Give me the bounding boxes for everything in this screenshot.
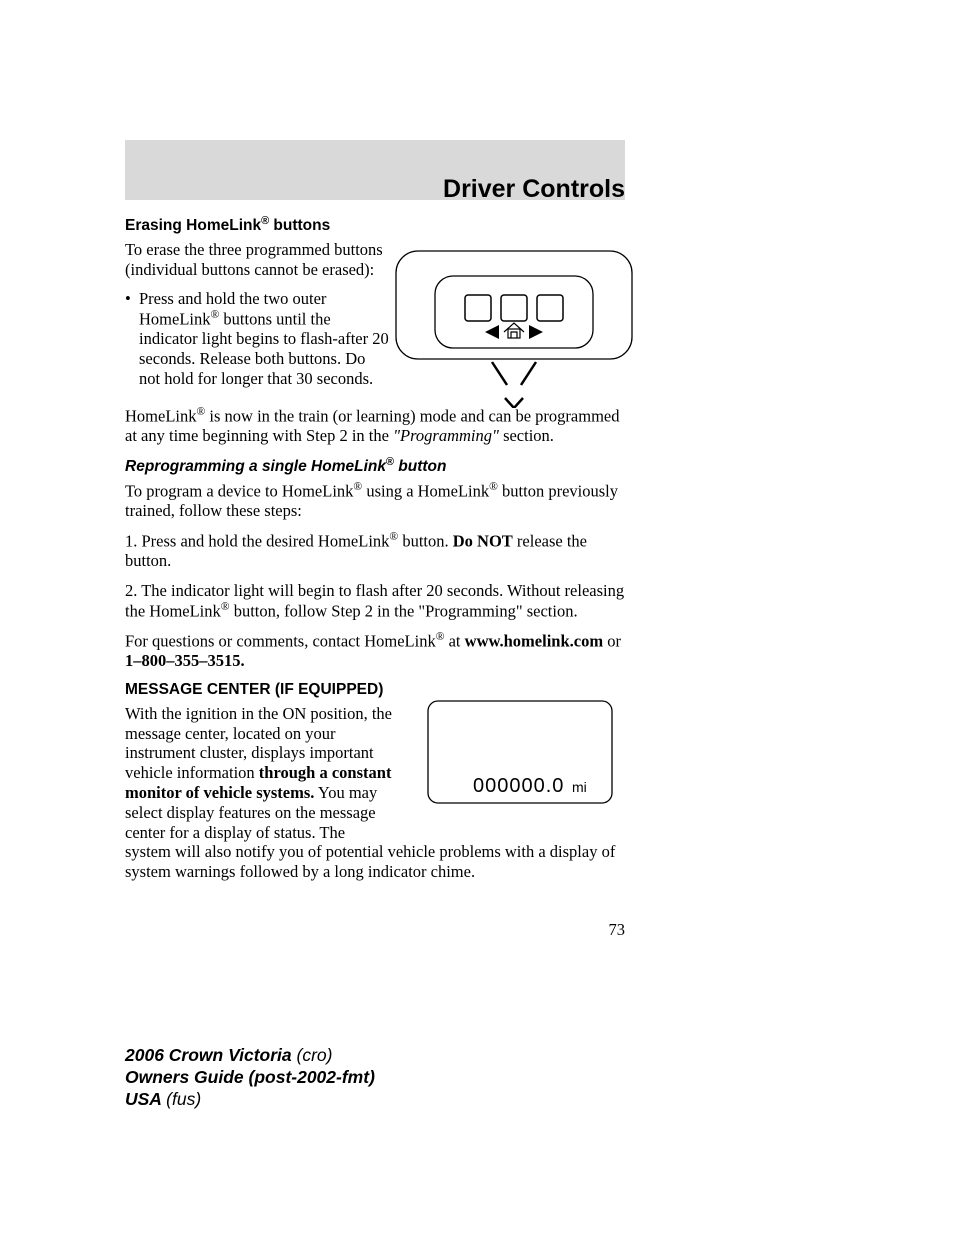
p4a: For questions or comments, contact HomeL… bbox=[125, 632, 436, 651]
p2c: Do NOT bbox=[453, 531, 513, 550]
footer-line2: Owners Guide (post-2002-fmt) bbox=[125, 1067, 375, 1089]
p2a: 1. Press and hold the desired HomeLink bbox=[125, 531, 389, 550]
page-number: 73 bbox=[609, 920, 626, 940]
content-block-2: HomeLink® is now in the train (or learni… bbox=[125, 406, 625, 882]
footer-code2: (fus) bbox=[166, 1089, 201, 1109]
p2b: button. bbox=[398, 531, 453, 550]
footer-code1: (cro) bbox=[297, 1045, 333, 1065]
odometer-value: 000000.0 bbox=[473, 775, 564, 797]
registered-icon: ® bbox=[389, 531, 398, 543]
heading-message-center: MESSAGE CENTER (IF EQUIPPED) bbox=[125, 681, 625, 700]
page: Driver Controls Erasing HomeLink® button… bbox=[0, 0, 954, 1235]
heading-suffix: buttons bbox=[269, 217, 330, 234]
p3b: button, follow Step 2 in the "Programmin… bbox=[230, 601, 578, 620]
homelink-diagram bbox=[395, 250, 633, 408]
mc-p1c-rest: system will also notify you of potential… bbox=[125, 842, 615, 881]
contact-info: For questions or comments, contact HomeL… bbox=[125, 631, 625, 671]
odometer-unit: mi bbox=[572, 779, 587, 795]
registered-icon: ® bbox=[197, 406, 206, 418]
reprog-step2: 2. The indicator light will begin to fla… bbox=[125, 581, 625, 621]
erase-intro: To erase the three programmed buttons (i… bbox=[125, 240, 390, 280]
homelink-phone: 1–800–355–3515. bbox=[125, 651, 245, 670]
reprog-step1: 1. Press and hold the desired HomeLink® … bbox=[125, 531, 625, 571]
footer-line1: 2006 Crown Victoria (cro) bbox=[125, 1045, 375, 1067]
train-mode-text: HomeLink® is now in the train (or learni… bbox=[125, 406, 625, 446]
p2d: section. bbox=[499, 426, 554, 445]
erase-step: Press and hold the two outer HomeLink® b… bbox=[139, 289, 390, 388]
registered-icon: ® bbox=[211, 309, 220, 321]
registered-icon: ® bbox=[261, 215, 269, 227]
registered-icon: ® bbox=[221, 601, 230, 613]
reprog-intro: To program a device to HomeLink® using a… bbox=[125, 481, 625, 521]
heading-suffix: button bbox=[394, 458, 447, 475]
homelink-url: www.homelink.com bbox=[465, 632, 603, 651]
p1a: To program a device to HomeLink bbox=[125, 481, 353, 500]
p4b: at bbox=[444, 632, 464, 651]
p4d: or bbox=[603, 632, 621, 651]
p2a: HomeLink bbox=[125, 407, 197, 426]
p1b: using a HomeLink bbox=[362, 481, 489, 500]
heading-erasing-homelink: Erasing HomeLink® buttons bbox=[125, 215, 625, 236]
heading-text: Reprogramming a single HomeLink bbox=[125, 458, 386, 475]
footer: 2006 Crown Victoria (cro) Owners Guide (… bbox=[125, 1045, 375, 1111]
p2c: "Programming" bbox=[393, 426, 499, 445]
chapter-title: Driver Controls bbox=[443, 175, 625, 204]
odometer-diagram: 000000.0 mi bbox=[427, 700, 613, 804]
footer-region: USA bbox=[125, 1089, 166, 1109]
registered-icon: ® bbox=[489, 481, 498, 493]
heading-reprogramming: Reprogramming a single HomeLink® button bbox=[125, 456, 625, 477]
footer-line3: USA (fus) bbox=[125, 1089, 375, 1111]
footer-model: 2006 Crown Victoria bbox=[125, 1045, 297, 1065]
registered-icon: ® bbox=[386, 456, 394, 468]
registered-icon: ® bbox=[353, 481, 362, 493]
heading-text: Erasing HomeLink bbox=[125, 217, 261, 234]
